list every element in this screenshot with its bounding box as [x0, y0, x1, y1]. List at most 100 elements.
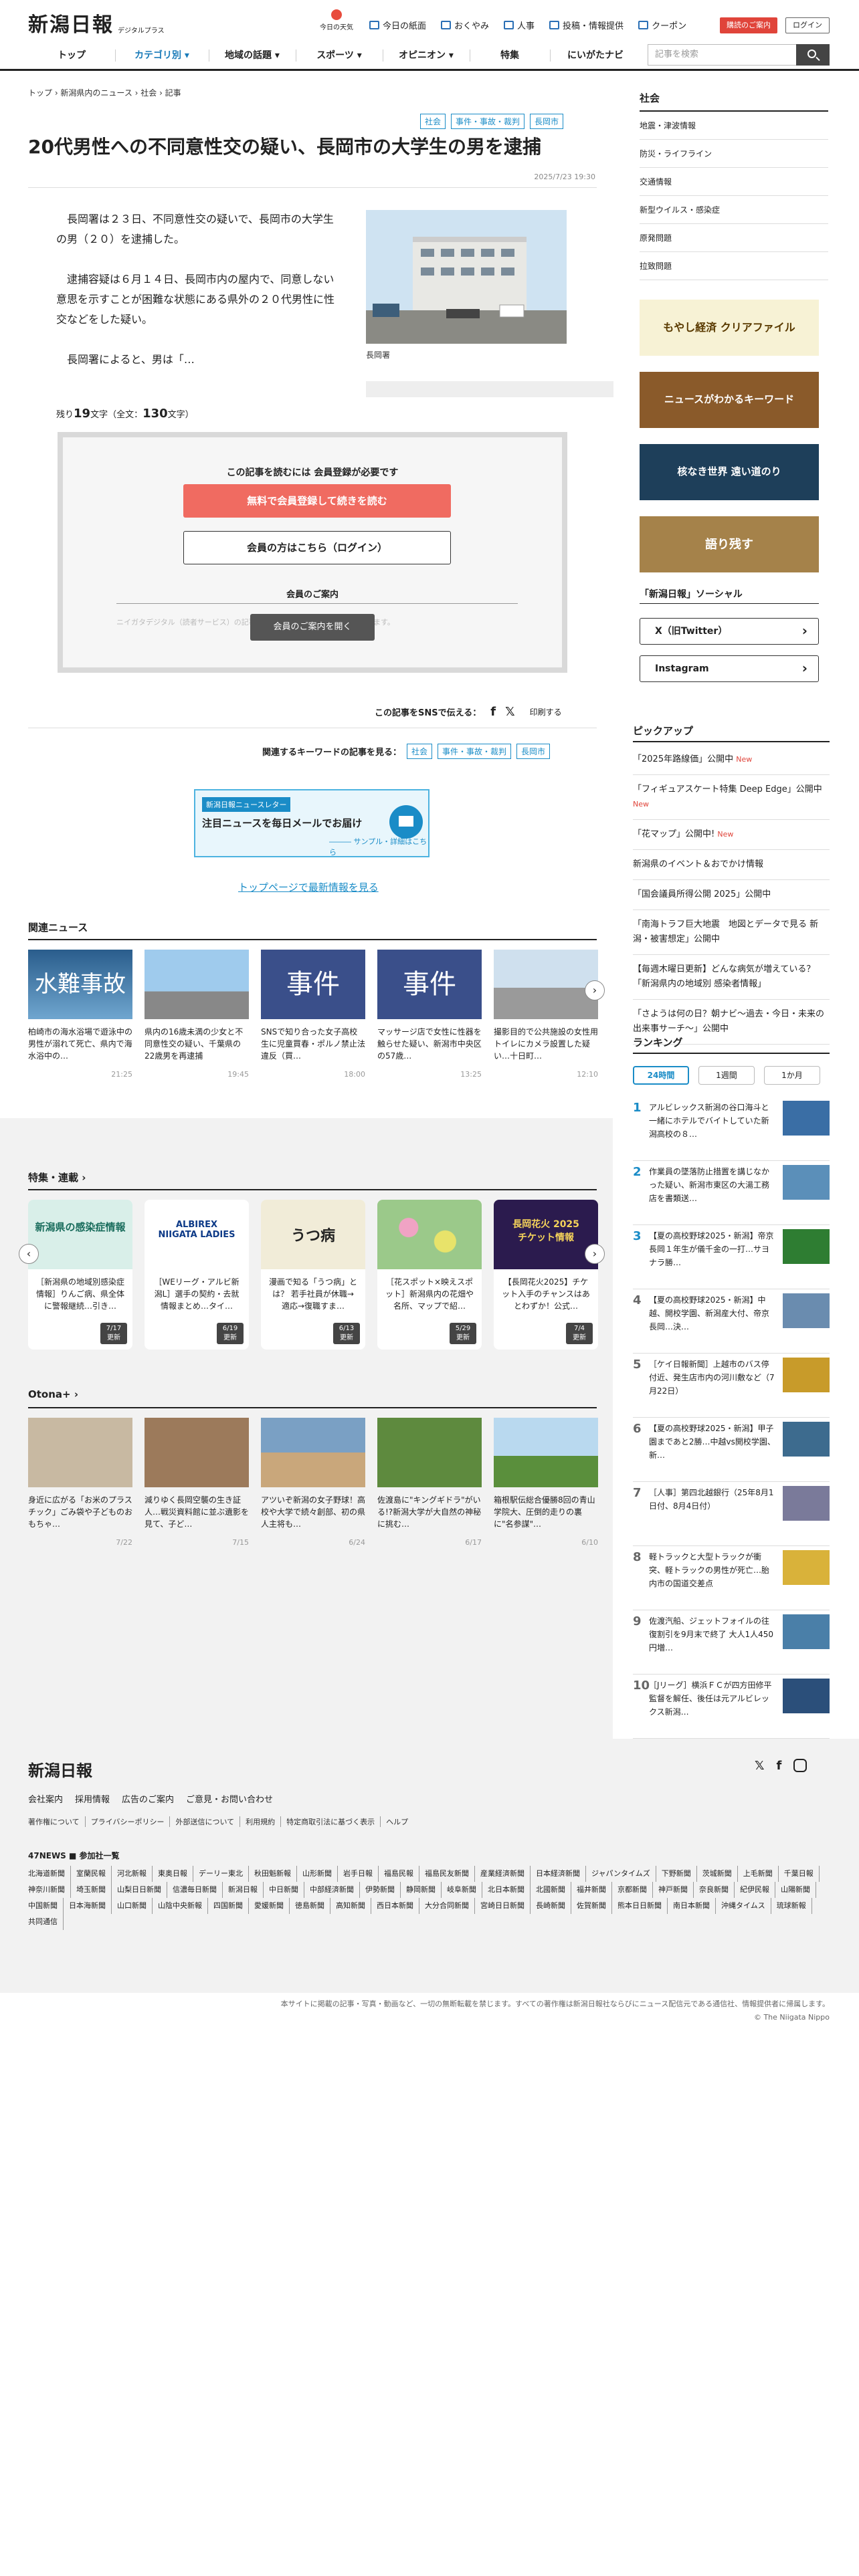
partner-paper-link[interactable]: 京都新聞	[617, 1882, 653, 1898]
header-link-paper[interactable]: 今日の紙面	[369, 19, 426, 31]
partner-paper-link[interactable]: 室蘭民報	[76, 1866, 112, 1882]
footer-link[interactable]: 採用情報	[75, 1792, 110, 1805]
partner-paper-link[interactable]: 新潟日報	[228, 1882, 264, 1898]
instagram-icon[interactable]	[793, 1759, 807, 1772]
partner-paper-link[interactable]: 徳島新聞	[295, 1898, 330, 1914]
newsletter-banner[interactable]: 新潟日報ニュースレター 注目ニュースを毎日メールでお届け ――― サンプル・詳細…	[194, 789, 430, 857]
pickup-item[interactable]: 「花マップ」公開中! New	[633, 820, 830, 850]
partner-paper-link[interactable]: 愛媛新聞	[254, 1898, 290, 1914]
search-button[interactable]	[796, 44, 830, 66]
nav-region[interactable]: 地域の話題 ▾	[209, 41, 296, 70]
footer-link[interactable]: 外部送信について	[169, 1816, 234, 1827]
feature-card[interactable]: 新潟県の感染症情報 ［新潟県の地域別感染症情報］りんご病、県全体に警報継続…引き…	[28, 1200, 132, 1350]
partner-paper-link[interactable]: 西日本新聞	[377, 1898, 419, 1914]
partner-paper-link[interactable]: 福島民友新聞	[425, 1866, 475, 1882]
nav-sports[interactable]: スポーツ ▾	[296, 41, 383, 70]
partner-paper-link[interactable]: 東奥日報	[158, 1866, 193, 1882]
social-x-button[interactable]: X（旧Twitter）	[640, 618, 819, 645]
partner-paper-link[interactable]: 河北新報	[117, 1866, 153, 1882]
partner-paper-link[interactable]: 北國新聞	[536, 1882, 571, 1898]
tag-link[interactable]: 長岡市	[530, 114, 564, 129]
partner-paper-link[interactable]: 岐阜新聞	[447, 1882, 482, 1898]
nav-opinion[interactable]: オピニオン ▾	[383, 41, 470, 70]
partner-paper-link[interactable]: 山形新聞	[302, 1866, 338, 1882]
ranking-item[interactable]: 4 【夏の高校野球2025・新潟】中越、開校学園、新潟産大付、帝京長岡…決…	[633, 1289, 830, 1354]
top-page-link[interactable]: トップページで最新情報を見る	[238, 880, 379, 894]
partner-paper-link[interactable]: 秋田魁新報	[254, 1866, 297, 1882]
pickup-item[interactable]: 【毎週木曜日更新】どんな病気が増えている？「新潟県内の地域別 感染者情報」	[633, 955, 830, 1000]
otona-card[interactable]: 身近に広がる「お米のプラスチック」ごみ袋や子どものおもちゃ… 7/22	[28, 1418, 132, 1547]
x-icon[interactable]: 𝕏	[755, 1759, 765, 1773]
carousel-next-icon[interactable]: ›	[585, 980, 605, 1000]
pickup-item[interactable]: 「2025年路線価」公開中 New	[633, 745, 830, 775]
ranking-item[interactable]: 8 軽トラックと大型トラックが衝突、軽トラックの男性が死亡…胎内市の国道交差点	[633, 1546, 830, 1610]
partner-paper-link[interactable]: 奈良新聞	[699, 1882, 735, 1898]
footer-link[interactable]: 著作権について	[28, 1816, 80, 1827]
nav-features[interactable]: 特集	[470, 41, 550, 70]
footer-link[interactable]: ヘルプ	[380, 1816, 408, 1827]
footer-link[interactable]: 利用規約	[240, 1816, 275, 1827]
sidebar-item[interactable]: 原発問題	[640, 224, 828, 252]
header-link-coupon[interactable]: クーポン	[638, 19, 686, 31]
header-link-personnel[interactable]: 人事	[504, 19, 535, 31]
social-instagram-button[interactable]: Instagram	[640, 655, 819, 682]
partner-paper-link[interactable]: 神戸新聞	[658, 1882, 694, 1898]
banner-nuclear[interactable]: 核なき世界 遠い道のり	[640, 444, 819, 500]
facebook-icon[interactable]: f	[490, 705, 496, 719]
partner-paper-link[interactable]: 沖縄タイムス	[721, 1898, 771, 1914]
site-logo[interactable]: 新潟日報 デジタルプラス	[28, 11, 165, 37]
partner-paper-link[interactable]: 中国新聞	[28, 1898, 64, 1914]
partner-paper-link[interactable]: 静岡新聞	[406, 1882, 442, 1898]
keyword-link[interactable]: 長岡市	[516, 744, 551, 759]
partner-paper-link[interactable]: 中部経済新聞	[310, 1882, 360, 1898]
nav-category[interactable]: カテゴリ別 ▾	[115, 41, 209, 70]
tab-1month[interactable]: 1か月	[764, 1066, 820, 1085]
partner-paper-link[interactable]: 共同通信	[28, 1914, 64, 1930]
sidebar-item[interactable]: 拉致問題	[640, 252, 828, 280]
partner-paper-link[interactable]: 琉球新報	[777, 1898, 812, 1914]
partner-paper-link[interactable]: 長崎新聞	[536, 1898, 571, 1914]
partner-paper-link[interactable]: 日本経済新聞	[536, 1866, 586, 1882]
register-button[interactable]: 無料で会員登録して続きを読む	[183, 484, 451, 518]
ranking-item[interactable]: 5 ［ケイ日報新聞］上越市のバス停付近、発生店市内の河川敷など（7月22日）	[633, 1354, 830, 1418]
carousel-next-icon[interactable]: ›	[585, 1244, 605, 1264]
ranking-item[interactable]: 3 【夏の高校野球2025・新潟】帝京長岡１年生が儀千金の一打…サヨナラ勝…	[633, 1225, 830, 1289]
header-link-obituary[interactable]: おくやみ	[441, 19, 489, 31]
tag-link[interactable]: 事件・事故・裁判	[451, 114, 525, 129]
pickup-item[interactable]: 「フィギュアスケート特集 Deep Edge」公開中 New	[633, 775, 830, 820]
partner-paper-link[interactable]: 福島民報	[384, 1866, 419, 1882]
otona-title[interactable]: Otona+ ›	[28, 1388, 78, 1400]
weather-widget[interactable]: 今日の天気	[313, 9, 360, 31]
ranking-item[interactable]: 7 ［人事］第四北越銀行（25年8月1日付、8月4日付）	[633, 1482, 830, 1546]
sidebar-item[interactable]: 新型ウイルス・感染症	[640, 196, 828, 224]
otona-card[interactable]: 減りゆく長岡空襲の生き証人…戦災資料館に並ぶ遺影を見て、子ど… 7/15	[145, 1418, 249, 1547]
related-card[interactable]: 事件 SNSで知り合った女子高校生に児童買春・ポルノ禁止法違反（買… 18:00	[261, 950, 365, 1079]
search-input[interactable]: 記事を検索	[648, 44, 799, 66]
partner-paper-link[interactable]: 紀伊民報	[740, 1882, 775, 1898]
nav-niigata-navi[interactable]: にいがたナビ	[550, 41, 641, 70]
nav-top[interactable]: トップ	[28, 41, 115, 70]
open-guide-button[interactable]: 会員のご案内を開く	[250, 614, 375, 641]
partner-paper-link[interactable]: 中日新聞	[269, 1882, 304, 1898]
related-card[interactable]: 撮影目的で公共施設の女性用トイレにカメラ設置した疑い…十日町… 12:10	[494, 950, 598, 1079]
ranking-item[interactable]: 6 【夏の高校野球2025・新潟】甲子園まであと2勝…中越vs開校学園、新…	[633, 1418, 830, 1482]
features-title[interactable]: 特集・連載 ›	[28, 1170, 86, 1184]
keyword-link[interactable]: 事件・事故・裁判	[438, 744, 512, 759]
footer-link[interactable]: 特定商取引法に基づく表示	[280, 1816, 375, 1827]
banner-moyashi[interactable]: もやし経済 クリアファイル	[640, 300, 819, 356]
tab-1week[interactable]: 1週間	[698, 1066, 755, 1085]
x-icon[interactable]: 𝕏	[505, 705, 515, 719]
otona-card[interactable]: 佐渡島に"キングギドラ"がいる!?新潟大学が大自然の神秘に挑む… 6/17	[377, 1418, 482, 1547]
feature-card[interactable]: ［花スポット×映えスポット］新潟県内の花畑や名所、マップで紹… 5/29 更新	[377, 1200, 482, 1350]
partner-paper-link[interactable]: 北海道新聞	[28, 1866, 71, 1882]
ranking-item[interactable]: 2 作業員の墜落防止措置を講じなかった疑い、新潟市東区の大湯工務店を書類送…	[633, 1161, 830, 1225]
print-link[interactable]: 印刷する	[530, 706, 562, 718]
partner-paper-link[interactable]: 上毛新聞	[743, 1866, 779, 1882]
footer-logo[interactable]: 新潟日報	[28, 1757, 92, 1781]
related-card[interactable]: 県内の16歳未満の少女と不同意性交の疑い、千葉県の22歳男を再逮捕 19:45	[145, 950, 249, 1079]
ranking-item[interactable]: 9 佐渡汽船、ジェットフォイルの往復割引を9月末で終了 大人1人450円増…	[633, 1610, 830, 1675]
partner-paper-link[interactable]: 佐賀新聞	[577, 1898, 612, 1914]
partner-paper-link[interactable]: 宮崎日日新聞	[480, 1898, 531, 1914]
otona-card[interactable]: 箱根駅伝総合優勝8回の青山学院大、圧倒的走りの裏に"名参謀"… 6/10	[494, 1418, 598, 1547]
partner-paper-link[interactable]: 千葉日報	[784, 1866, 820, 1882]
